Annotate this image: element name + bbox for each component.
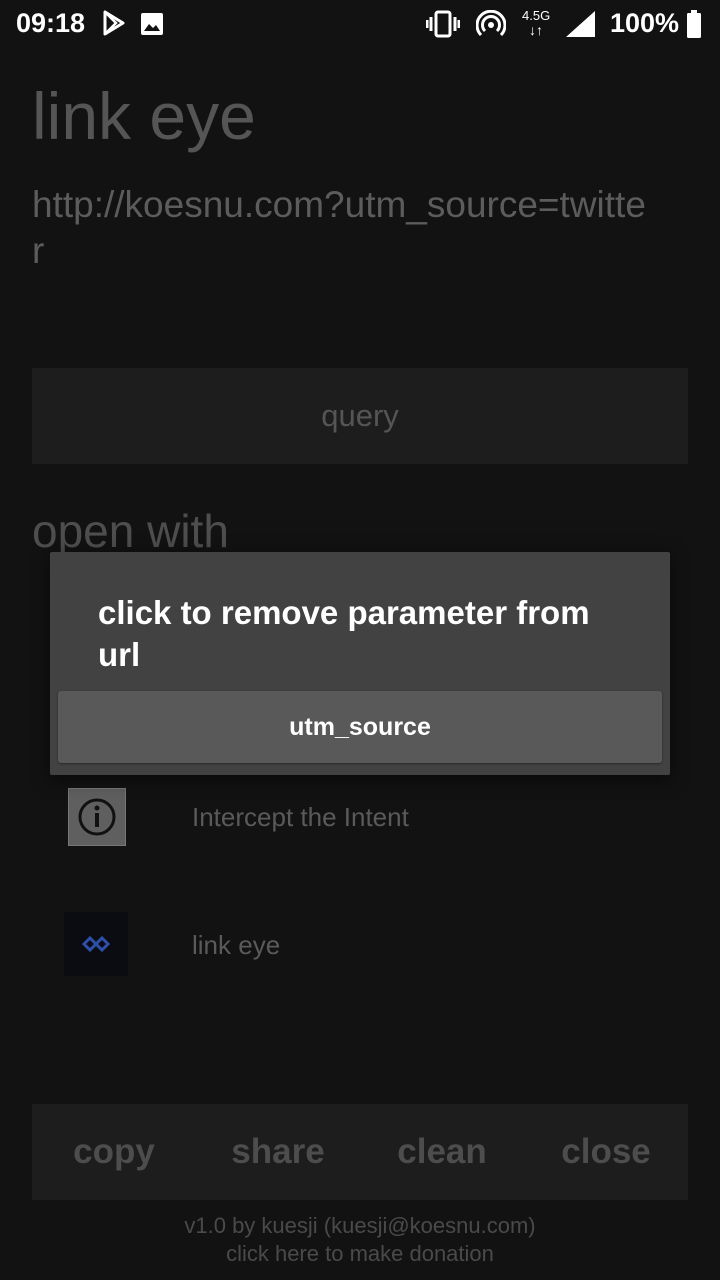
- image-icon: [140, 12, 164, 41]
- battery-icon: [686, 10, 702, 43]
- parameter-item-utm-source[interactable]: utm_source: [58, 691, 662, 763]
- app-item-label: Intercept the Intent: [192, 802, 409, 832]
- signal-icon: [564, 10, 596, 43]
- action-bar: copy share clean close: [32, 1104, 688, 1200]
- app-item-label: link eye: [192, 930, 281, 960]
- dialog-title: click to remove parameter from url: [98, 594, 590, 673]
- hotspot-icon: [475, 9, 507, 45]
- open-with-heading: open with: [32, 505, 229, 557]
- app-title: link eye: [32, 79, 256, 153]
- play-store-icon: [102, 10, 126, 41]
- status-bar: 09:18 4.5G ↓↑ 100%: [0, 0, 720, 48]
- close-button[interactable]: close: [524, 1104, 688, 1200]
- query-button[interactable]: query: [32, 368, 688, 464]
- donation-link[interactable]: click here to make donation: [0, 1240, 720, 1268]
- remove-parameter-dialog: click to remove parameter from url utm_s…: [50, 552, 670, 775]
- share-button[interactable]: share: [196, 1104, 360, 1200]
- app-item-intercept-intent[interactable]: Intercept the Intent: [0, 778, 720, 858]
- clean-button[interactable]: clean: [360, 1104, 524, 1200]
- battery-percent: 100%: [610, 8, 680, 38]
- credit-text: v1.0 by kuesji (kuesji@koesnu.com): [184, 1213, 536, 1238]
- network-type-indicator: 4.5G ↓↑: [522, 8, 551, 38]
- vibrate-icon: [425, 10, 461, 43]
- app-item-link-eye[interactable]: link eye: [0, 906, 720, 986]
- link-eye-icon: [64, 912, 128, 976]
- copy-button[interactable]: copy: [32, 1104, 196, 1200]
- info-icon: [68, 788, 126, 846]
- status-time: 09:18: [16, 8, 86, 38]
- footer[interactable]: v1.0 by kuesji (kuesji@koesnu.com) click…: [0, 1212, 720, 1268]
- url-text: http://koesnu.com?utm_source=twitter: [32, 184, 646, 271]
